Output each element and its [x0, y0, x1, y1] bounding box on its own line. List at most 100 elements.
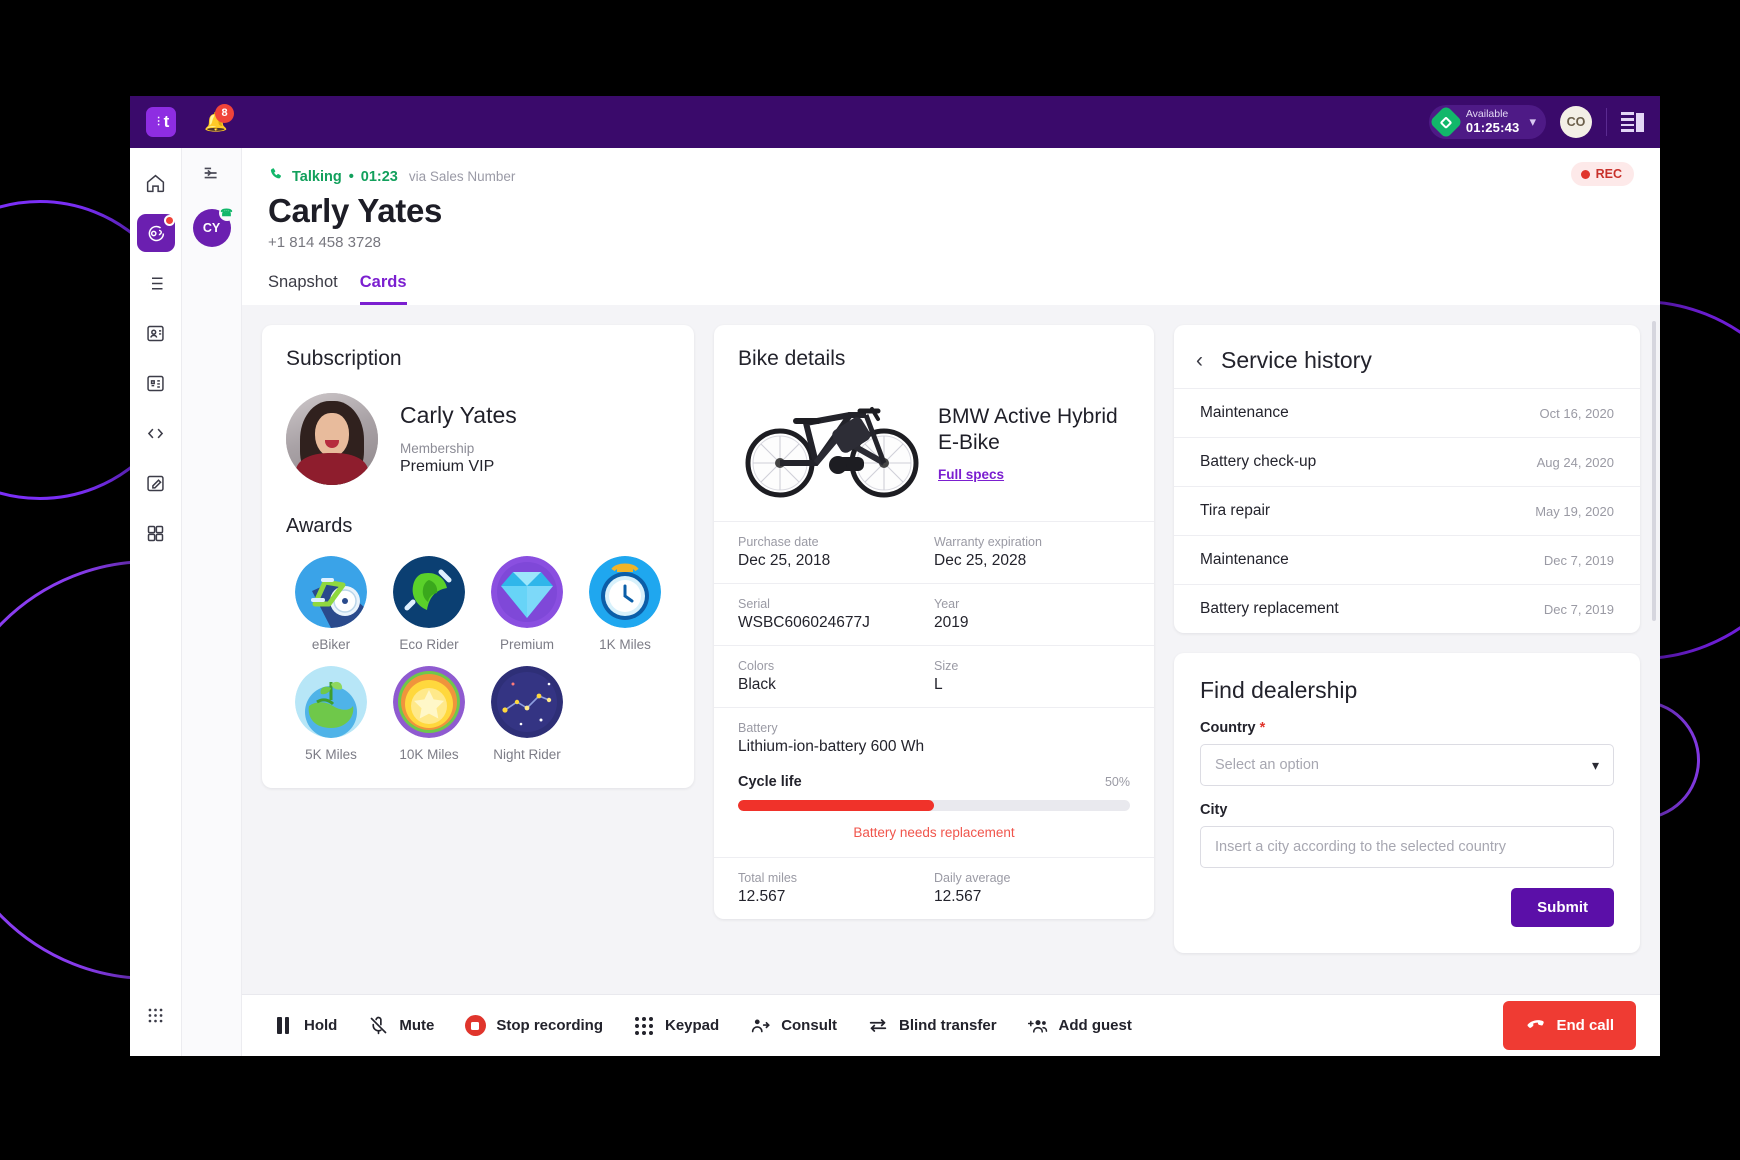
spec-row-miles: Total miles 12.567 Daily average 12.567 [714, 857, 1154, 919]
sidebar-item-reports[interactable] [137, 364, 175, 402]
battery-label: Battery [738, 721, 778, 735]
sidebar-item-contacts[interactable] [137, 314, 175, 352]
spec-colors: Colors Black [738, 659, 934, 694]
table-row[interactable]: Tira repair May 19, 2020 [1174, 486, 1640, 535]
award-premium[interactable]: Premium [478, 556, 576, 652]
control-label: Keypad [665, 1017, 720, 1034]
eco-leaf-badge-icon [393, 556, 465, 628]
service-name: Tira repair [1200, 502, 1271, 519]
table-row[interactable]: Battery check-up Aug 24, 2020 [1174, 437, 1640, 486]
sidebar-item-compose[interactable] [137, 464, 175, 502]
sidebar-item-apps[interactable] [137, 514, 175, 552]
add-guest-button[interactable]: Add guest [1027, 1015, 1132, 1037]
recording-label: REC [1595, 167, 1622, 181]
country-placeholder: Select an option [1215, 757, 1319, 773]
spec-value: Black [738, 676, 776, 693]
service-date: Aug 24, 2020 [1536, 454, 1614, 470]
agent-status-selector[interactable]: Available 01:25:43 ▾ [1428, 105, 1546, 139]
avatar-initials: CY [202, 221, 221, 235]
spec-year: Year 2019 [934, 597, 1130, 632]
stop-recording-icon [464, 1015, 486, 1037]
spec-label: Purchase date [738, 535, 819, 549]
content-tabs: Snapshot Cards [242, 273, 1660, 305]
vertical-scrollbar[interactable] [1652, 321, 1656, 621]
transfer-arrows-icon [867, 1015, 889, 1037]
toggle-side-panel-icon[interactable] [1621, 112, 1644, 132]
top-bar-right: Available 01:25:43 ▾ CO [1428, 105, 1644, 139]
column-service-dealership: ‹ Service history Maintenance Oct 16, 20… [1174, 325, 1640, 994]
cards-area: Subscription Carly Yates Membership Prem… [242, 305, 1660, 994]
app-body: CY ☎ Talking • 01:23 via Sales Number Ca… [130, 148, 1660, 1056]
sidebar-item-home[interactable] [137, 164, 175, 202]
hold-button[interactable]: Hold [272, 1015, 337, 1037]
queue-list-icon [148, 277, 163, 289]
submit-button[interactable]: Submit [1511, 888, 1614, 927]
status-text: Available 01:25:43 [1466, 108, 1520, 134]
back-chevron-icon[interactable]: ‹ [1196, 350, 1203, 371]
service-history-header: ‹ Service history [1174, 325, 1640, 388]
award-night-rider[interactable]: Night Rider [478, 666, 576, 762]
award-10k-miles[interactable]: 10K Miles [380, 666, 478, 762]
table-row[interactable]: Battery replacement Dec 7, 2019 [1174, 584, 1640, 633]
tab-cards[interactable]: Cards [359, 273, 407, 305]
sidebar-item-app-launcher[interactable] [137, 996, 175, 1034]
tab-snapshot[interactable]: Snapshot [268, 273, 338, 305]
required-marker: * [1259, 720, 1266, 736]
page-title: Carly Yates [268, 192, 443, 229]
service-name: Maintenance [1200, 551, 1289, 568]
award-label: 5K Miles [305, 747, 357, 762]
collapse-list-icon[interactable] [201, 162, 223, 189]
app-window: ⋮ t 🔔 8 Available 01:25:43 ▾ CO CY ☎ Tal… [130, 96, 1660, 1056]
customer-phone: +1 814 458 3728 [268, 234, 382, 251]
service-date: Dec 7, 2019 [1543, 552, 1614, 568]
award-1k-miles[interactable]: 1K Miles [576, 556, 674, 652]
spec-value: 12.567 [738, 888, 786, 905]
country-select[interactable]: Select an option ▾ [1200, 744, 1614, 786]
app-logo-icon[interactable]: ⋮ t [146, 107, 176, 137]
constellation-badge-icon [491, 666, 563, 738]
code-brackets-icon [147, 428, 164, 438]
table-row[interactable]: Maintenance Oct 16, 2020 [1174, 388, 1640, 437]
full-specs-link[interactable]: Full specs [938, 467, 1004, 482]
service-date: Dec 7, 2019 [1543, 601, 1614, 617]
divider [1606, 108, 1607, 136]
award-ebiker[interactable]: eBiker [282, 556, 380, 652]
sidebar-item-queue[interactable] [137, 264, 175, 302]
award-label: 10K Miles [399, 747, 459, 762]
end-call-button[interactable]: End call [1503, 1001, 1636, 1050]
keypad-button[interactable]: Keypad [633, 1015, 719, 1037]
column-bike-details: Bike details BMW Active Hybrid E-Bike Fu… [714, 325, 1154, 994]
award-eco-rider[interactable]: Eco Rider [380, 556, 478, 652]
control-label: Blind transfer [899, 1017, 997, 1034]
unread-dot [163, 215, 175, 226]
city-placeholder: Insert a city according to the selected … [1215, 839, 1506, 855]
cycle-life-header: Cycle life 50% [738, 774, 1130, 790]
sidebar-item-developer[interactable] [137, 414, 175, 452]
table-row[interactable]: Maintenance Dec 7, 2019 [1174, 535, 1640, 584]
subscription-member: Carly Yates Membership Premium VIP [262, 371, 694, 485]
spec-row-serial: Serial WSBC606024677J Year 2019 [714, 583, 1154, 645]
chevron-down-icon: ▾ [1591, 756, 1599, 773]
call-status-line: Talking • 01:23 via Sales Number [268, 166, 1634, 187]
spec-value: Dec 25, 2018 [738, 552, 831, 569]
screenshot-stage: ⋮ t 🔔 8 Available 01:25:43 ▾ CO CY ☎ Tal… [0, 0, 1740, 1160]
stop-recording-button[interactable]: Stop recording [464, 1015, 603, 1037]
control-label: Add guest [1058, 1017, 1132, 1034]
reports-icon [147, 375, 164, 391]
award-5k-miles[interactable]: 5K Miles [282, 666, 380, 762]
spec-label: Year [934, 597, 960, 611]
sidebar-item-conversations[interactable] [136, 214, 175, 252]
home-icon [146, 174, 165, 192]
consult-button[interactable]: Consult [749, 1015, 837, 1037]
call-controls-bar: Hold Mute Stop recording Keypad Consult … [242, 994, 1660, 1056]
notifications-button[interactable]: 🔔 8 [204, 103, 234, 132]
conversation-avatar-cy[interactable]: CY ☎ [192, 205, 235, 247]
city-input[interactable]: Insert a city according to the selected … [1200, 826, 1614, 868]
control-label: Mute [399, 1017, 435, 1034]
call-state: Talking [292, 168, 342, 185]
spec-label: Serial [738, 597, 770, 611]
user-avatar[interactable]: CO [1560, 106, 1592, 138]
diamond-badge-icon [491, 556, 563, 628]
mute-button[interactable]: Mute [367, 1015, 434, 1037]
blind-transfer-button[interactable]: Blind transfer [867, 1015, 997, 1037]
